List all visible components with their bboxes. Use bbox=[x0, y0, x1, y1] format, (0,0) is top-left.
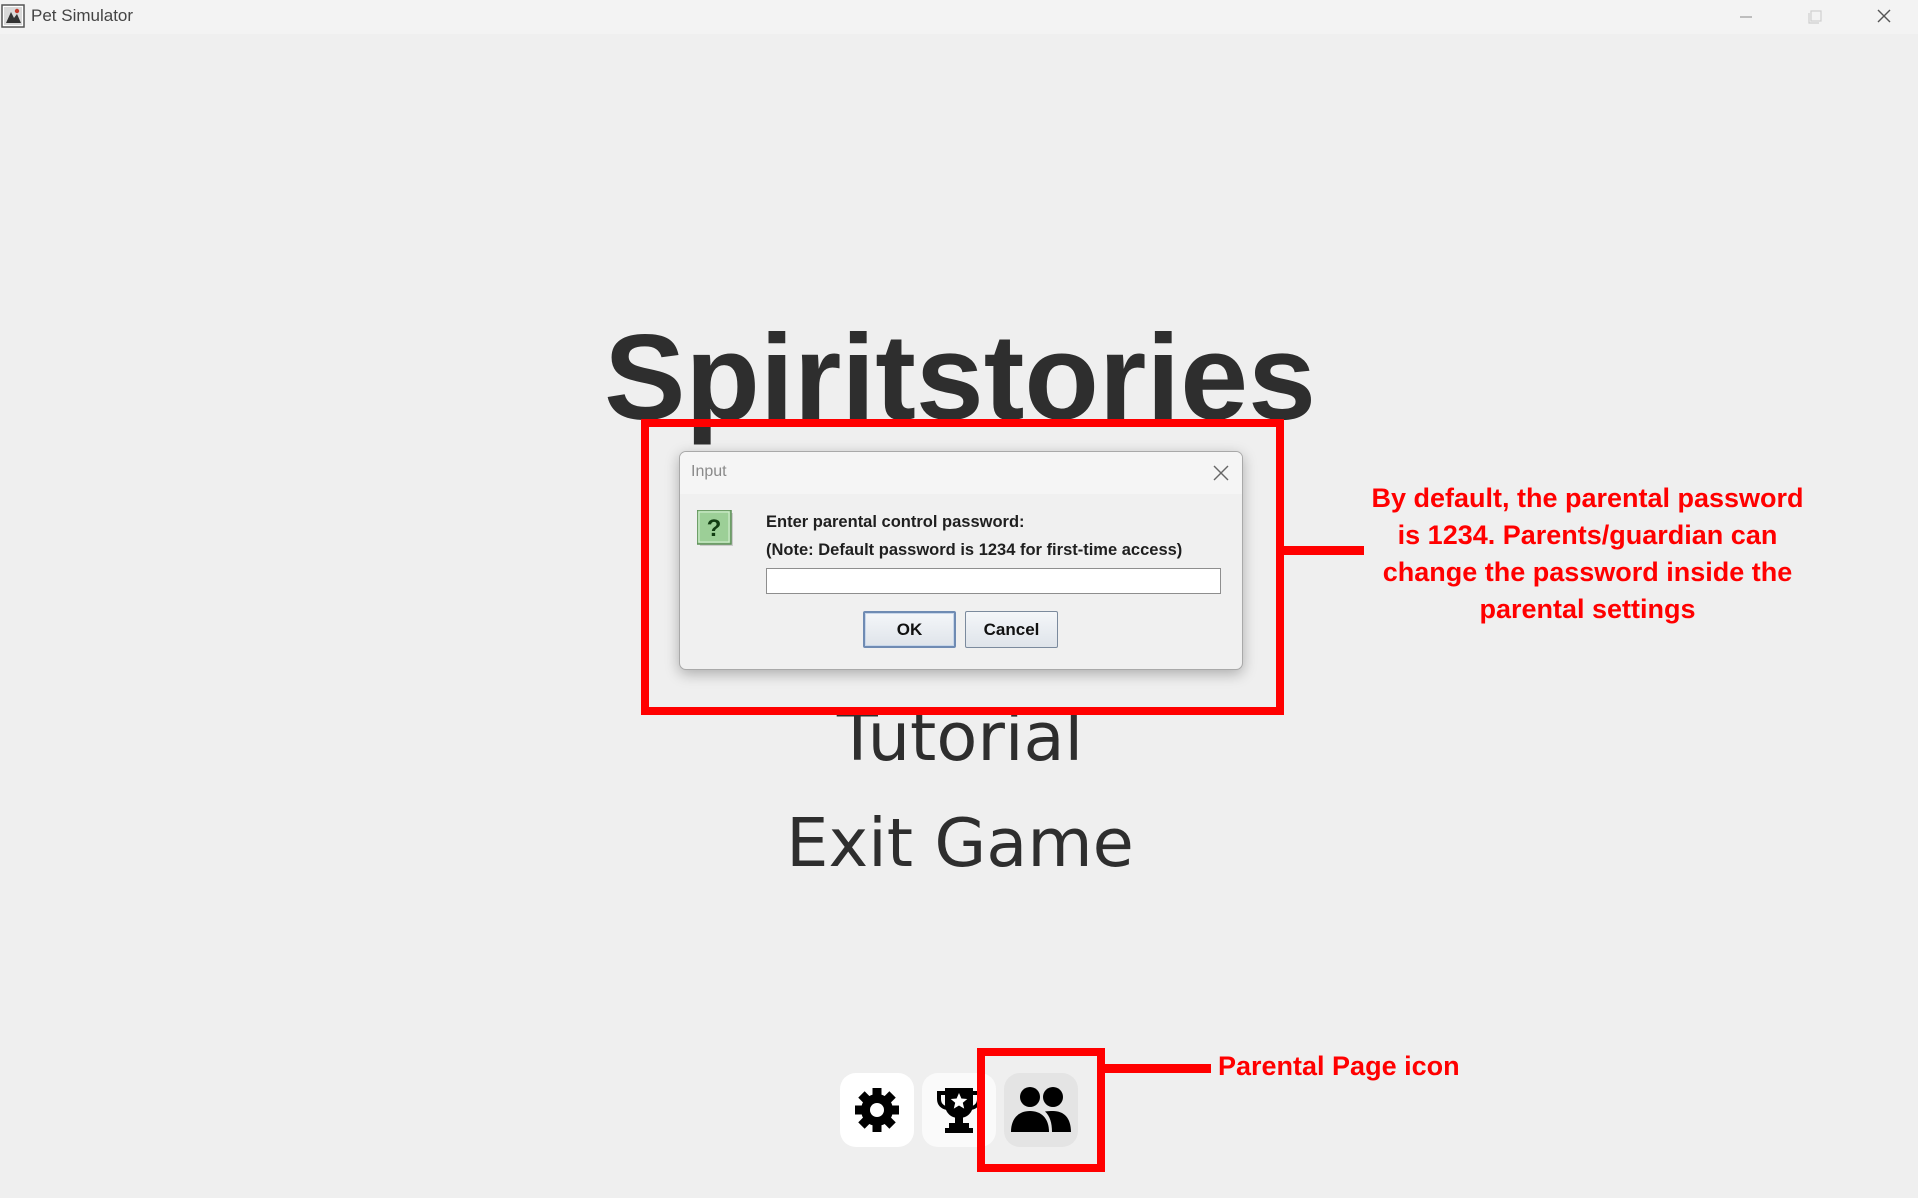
maximize-icon bbox=[1808, 10, 1822, 24]
gear-icon bbox=[855, 1088, 899, 1132]
app-icon bbox=[1, 4, 25, 28]
minimize-button[interactable] bbox=[1716, 0, 1776, 34]
menu-exit-game[interactable]: Exit Game bbox=[660, 804, 1260, 882]
annotation-connector-icon bbox=[1105, 1064, 1211, 1073]
close-window-button[interactable] bbox=[1854, 0, 1914, 34]
annotation-dialog-note: By default, the parental password is 123… bbox=[1371, 483, 1804, 624]
annotation-icon-note: Parental Page icon bbox=[1218, 1051, 1460, 1081]
settings-button[interactable] bbox=[840, 1073, 914, 1147]
window-title: Pet Simulator bbox=[31, 6, 134, 25]
close-icon bbox=[1877, 9, 1891, 23]
maximize-button[interactable] bbox=[1784, 0, 1844, 34]
minimize-icon bbox=[1740, 16, 1752, 18]
annotation-box-dialog bbox=[641, 419, 1284, 715]
window-titlebar: Pet Simulator bbox=[0, 0, 1918, 34]
annotation-box-parental-icon bbox=[977, 1048, 1105, 1172]
annotation-connector-dialog bbox=[1284, 546, 1364, 555]
